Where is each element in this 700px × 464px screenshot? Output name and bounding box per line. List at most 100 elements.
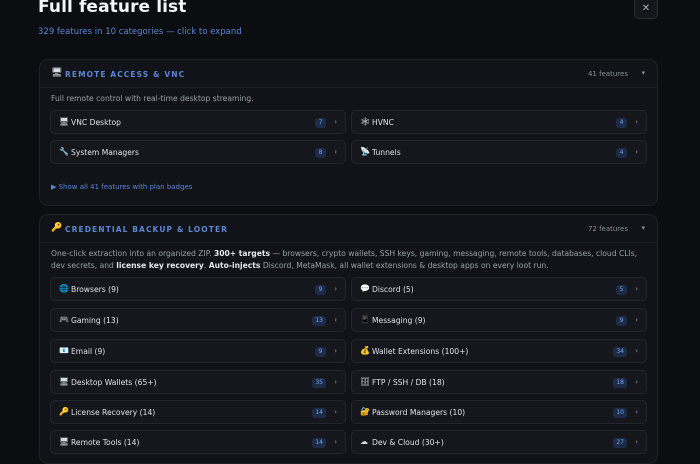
show-all-link[interactable]: ▶ Show all 41 features with plan badges (51, 183, 192, 191)
chevron-right-icon: › (635, 148, 638, 156)
feature-label: Remote Tools (14) (71, 438, 140, 447)
chevron-right-icon: › (334, 438, 337, 446)
count-badge: 9 (315, 285, 326, 295)
feature-system-managers[interactable]: 🔧 System Managers 8 › (50, 140, 346, 164)
phone-icon: 📱 (360, 315, 370, 324)
chevron-right-icon: › (635, 285, 638, 293)
category-title: REMOTE ACCESS & VNC (65, 70, 186, 79)
feature-label: VNC Desktop (71, 118, 121, 127)
count-badge: 5 (616, 285, 627, 295)
feature-tunnels[interactable]: 📡 Tunnels 4 › (351, 140, 647, 164)
feature-list-modal: Full feature list 329 features in 10 cat… (0, 0, 700, 464)
feature-wallet-extensions[interactable]: 💰 Wallet Extensions (100+) 34 › (351, 339, 647, 363)
feature-license-recovery[interactable]: 🔑 License Recovery (14) 14 › (50, 400, 346, 424)
feature-label: HVNC (372, 118, 394, 127)
feature-dev-cloud[interactable]: ☁ Dev & Cloud (30+) 27 › (351, 430, 647, 454)
count-badge: 7 (315, 118, 326, 128)
feature-label: Discord (5) (372, 285, 414, 294)
feature-label: License Recovery (14) (71, 408, 156, 417)
close-icon: ✕ (641, 2, 651, 14)
feature-messaging[interactable]: 📱 Messaging (9) 9 › (351, 308, 647, 332)
feature-count: 72 features (587, 225, 628, 233)
chevron-right-icon: › (635, 438, 638, 446)
feature-label: Email (9) (71, 347, 106, 356)
feature-label: Messaging (9) (372, 316, 426, 325)
feature-desktop-wallets[interactable]: 🖥 Desktop Wallets (65+) 35 › (50, 370, 346, 394)
money-bag-icon: 💰 (360, 346, 370, 355)
feature-remote-tools[interactable]: 🖥 Remote Tools (14) 14 › (50, 430, 346, 454)
chevron-right-icon: › (635, 347, 638, 355)
feature-count: 41 features (587, 70, 628, 78)
key-icon: 🔑 (51, 223, 63, 233)
key-icon: 🔑 (59, 407, 69, 416)
cabinet-icon: 🗄 (360, 377, 371, 386)
close-button[interactable]: ✕ (634, 0, 658, 19)
monitor-icon: 🖥 (59, 437, 70, 446)
category-header[interactable]: 🔑 CREDENTIAL BACKUP & LOOTER 72 features… (40, 215, 657, 243)
chevron-right-icon: › (635, 316, 638, 324)
category-credential-backup: 🔑 CREDENTIAL BACKUP & LOOTER 72 features… (39, 214, 658, 464)
feature-label: Desktop Wallets (65+) (71, 378, 157, 387)
chevron-right-icon: › (635, 408, 638, 416)
category-header[interactable]: 🖥 REMOTE ACCESS & VNC 41 features ▾ (40, 60, 657, 88)
feature-hvnc[interactable]: 🕸 HVNC 4 › (351, 110, 647, 134)
count-badge: 18 (613, 378, 627, 388)
monitor-icon: 🖥 (59, 117, 70, 126)
monitor-icon: 🖥 (59, 377, 70, 386)
count-badge: 9 (315, 347, 326, 357)
chevron-right-icon: › (334, 285, 337, 293)
chevron-right-icon: › (635, 118, 638, 126)
count-badge: 13 (312, 316, 326, 326)
chevron-right-icon: › (334, 118, 337, 126)
feature-gaming[interactable]: 🎮 Gaming (13) 13 › (50, 308, 346, 332)
chevron-right-icon: › (334, 347, 337, 355)
envelope-icon: 📧 (59, 346, 69, 355)
lock-icon: 🔐 (360, 407, 370, 416)
count-badge: 14 (312, 408, 326, 418)
feature-label: Wallet Extensions (100+) (372, 347, 469, 356)
feature-label: Password Managers (10) (372, 408, 466, 417)
count-badge: 27 (613, 438, 627, 448)
spider-web-icon: 🕸 (360, 117, 371, 126)
count-badge: 9 (616, 316, 627, 326)
monitor-icon: 🖥 (51, 68, 63, 78)
wrench-icon: 🔧 (59, 147, 69, 156)
satellite-icon: 📡 (360, 147, 370, 156)
feature-label: Tunnels (372, 148, 401, 157)
cloud-icon: ☁ (360, 437, 368, 446)
globe-icon: 🌐 (59, 284, 69, 293)
gamepad-icon: 🎮 (59, 315, 69, 324)
chevron-right-icon: › (635, 378, 638, 386)
chevron-right-icon: › (334, 148, 337, 156)
category-title: CREDENTIAL BACKUP & LOOTER (65, 225, 229, 234)
chevron-right-icon: › (334, 408, 337, 416)
count-badge: 8 (315, 148, 326, 158)
feature-label: Browsers (9) (71, 285, 119, 294)
feature-email[interactable]: 📧 Email (9) 9 › (50, 339, 346, 363)
speech-bubble-icon: 💬 (360, 284, 370, 293)
feature-vnc-desktop[interactable]: 🖥 VNC Desktop 7 › (50, 110, 346, 134)
count-badge: 14 (312, 438, 326, 448)
feature-label: Gaming (13) (71, 316, 119, 325)
feature-label: System Managers (71, 148, 139, 157)
feature-password-managers[interactable]: 🔐 Password Managers (10) 10 › (351, 400, 647, 424)
count-badge: 10 (613, 408, 627, 418)
chevron-down-icon: ▾ (641, 69, 645, 77)
count-badge: 4 (616, 148, 627, 158)
category-description: Full remote control with real-time deskt… (51, 94, 254, 103)
chevron-right-icon: › (334, 316, 337, 324)
count-badge: 34 (613, 347, 627, 357)
feature-browsers[interactable]: 🌐 Browsers (9) 9 › (50, 277, 346, 301)
category-description: One-click extraction into an organized Z… (51, 249, 638, 270)
feature-label: Dev & Cloud (30+) (372, 438, 444, 447)
chevron-right-icon: › (334, 378, 337, 386)
chevron-down-icon: ▾ (641, 224, 645, 232)
feature-ftp-ssh-db[interactable]: 🗄 FTP / SSH / DB (18) 18 › (351, 370, 647, 394)
count-badge: 35 (312, 378, 326, 388)
modal-title: Full feature list (38, 0, 187, 17)
feature-label: FTP / SSH / DB (18) (372, 378, 445, 387)
count-badge: 4 (616, 118, 627, 128)
category-remote-access: 🖥 REMOTE ACCESS & VNC 41 features ▾ Full… (39, 59, 658, 206)
modal-subtitle: 329 features in 10 categories — click to… (38, 27, 242, 37)
feature-discord[interactable]: 💬 Discord (5) 5 › (351, 277, 647, 301)
